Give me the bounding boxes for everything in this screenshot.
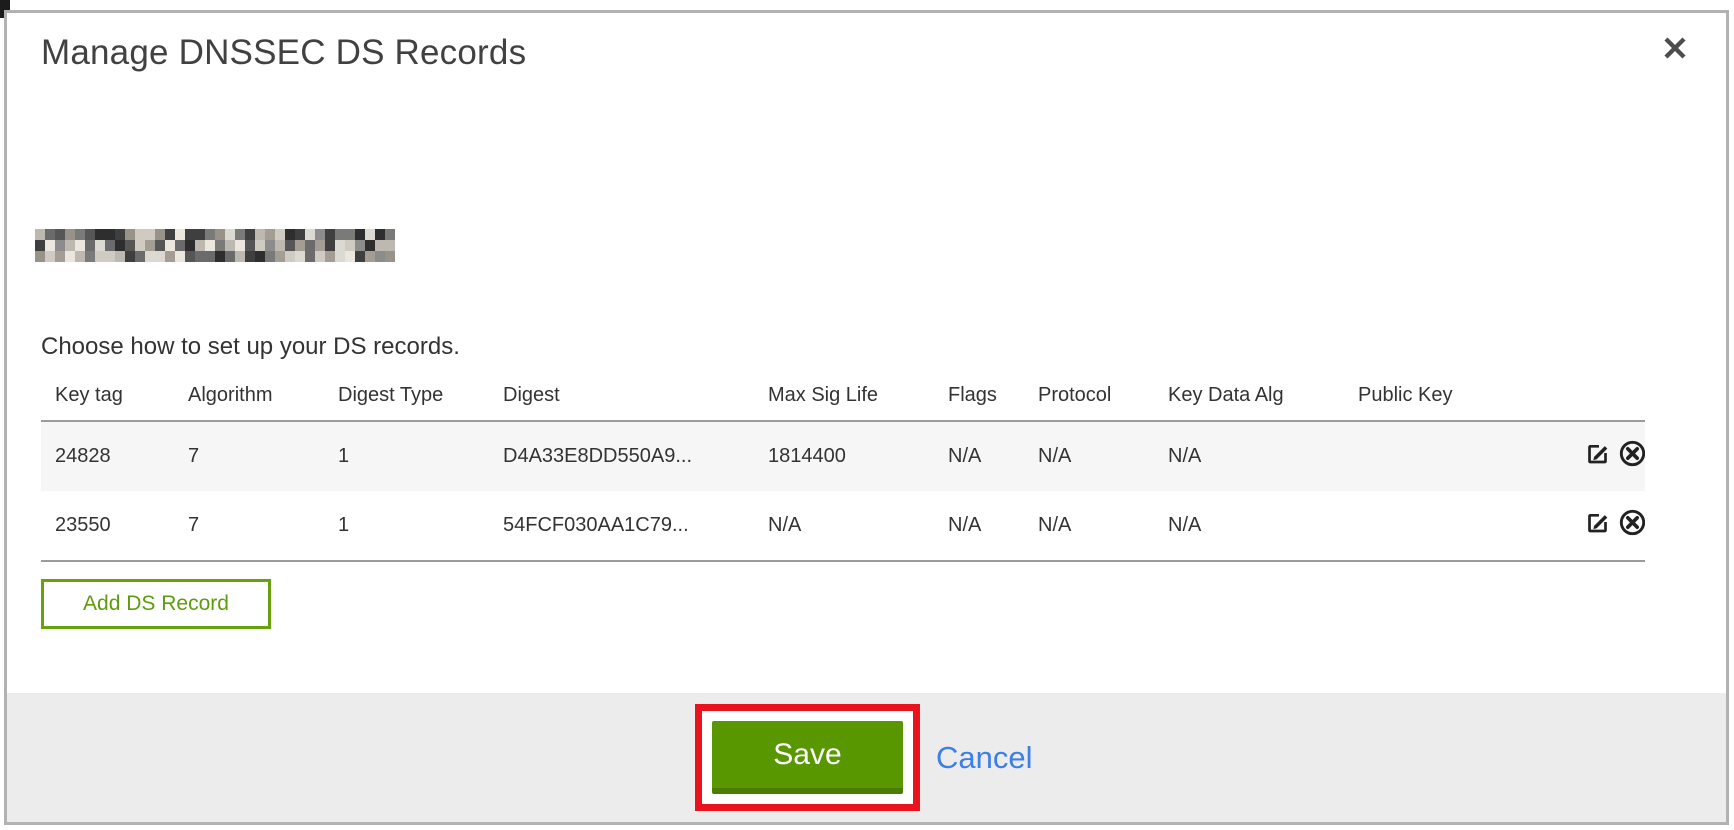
manage-dnssec-ds-records-dialog: Manage DNSSEC DS Records Choose how to s…: [4, 10, 1729, 825]
column-header: Protocol: [1024, 371, 1154, 421]
edit-icon[interactable]: [1584, 509, 1611, 542]
cell-max-sig-life: N/A: [754, 491, 934, 561]
cell-digest-type: 1: [324, 421, 489, 491]
row-actions: [1570, 421, 1645, 491]
setup-instructions-text: Choose how to set up your DS records.: [41, 333, 460, 361]
save-button[interactable]: Save: [712, 721, 903, 794]
table-row: 2482871D4A33E8DD550A9...1814400N/AN/AN/A: [41, 421, 1645, 491]
add-ds-record-button[interactable]: Add DS Record: [41, 579, 271, 629]
cell-flags: N/A: [934, 491, 1024, 561]
column-header: Flags: [934, 371, 1024, 421]
cell-public-key: [1344, 421, 1570, 491]
cell-digest: 54FCF030AA1C79...: [489, 491, 754, 561]
cell-max-sig-life: 1814400: [754, 421, 934, 491]
domain-name-redacted: [35, 229, 395, 262]
ds-records-body: 2482871D4A33E8DD550A9...1814400N/AN/AN/A…: [41, 421, 1645, 561]
cell-key-tag: 23550: [41, 491, 174, 561]
edit-icon[interactable]: [1584, 440, 1611, 473]
cell-digest: D4A33E8DD550A9...: [489, 421, 754, 491]
delete-icon[interactable]: [1618, 508, 1645, 543]
cell-algorithm: 7: [174, 491, 324, 561]
cell-public-key: [1344, 491, 1570, 561]
column-header: Key tag: [41, 371, 174, 421]
cell-protocol: N/A: [1024, 491, 1154, 561]
ds-records-table: Key tagAlgorithmDigest TypeDigestMax Sig…: [41, 371, 1645, 562]
dialog-footer: Save Cancel: [7, 693, 1726, 822]
table-row: 235507154FCF030AA1C79...N/AN/AN/AN/A: [41, 491, 1645, 561]
cell-key-data-alg: N/A: [1154, 491, 1344, 561]
cell-flags: N/A: [934, 421, 1024, 491]
footer-controls: Save Cancel: [695, 704, 1033, 811]
column-header: Max Sig Life: [754, 371, 934, 421]
cell-algorithm: 7: [174, 421, 324, 491]
table-header-row: Key tagAlgorithmDigest TypeDigestMax Sig…: [41, 371, 1645, 421]
cancel-link[interactable]: Cancel: [936, 740, 1033, 776]
cell-key-tag: 24828: [41, 421, 174, 491]
column-header: Algorithm: [174, 371, 324, 421]
cell-key-data-alg: N/A: [1154, 421, 1344, 491]
delete-icon[interactable]: [1618, 439, 1645, 474]
cell-protocol: N/A: [1024, 421, 1154, 491]
column-header: Digest Type: [324, 371, 489, 421]
dialog-title: Manage DNSSEC DS Records: [41, 33, 526, 73]
row-actions: [1570, 491, 1645, 561]
column-header: Public Key: [1344, 371, 1570, 421]
column-header: Key Data Alg: [1154, 371, 1344, 421]
cell-digest-type: 1: [324, 491, 489, 561]
close-icon[interactable]: [1658, 31, 1692, 65]
column-header: Digest: [489, 371, 754, 421]
save-button-highlight-annotation: Save: [695, 704, 920, 811]
